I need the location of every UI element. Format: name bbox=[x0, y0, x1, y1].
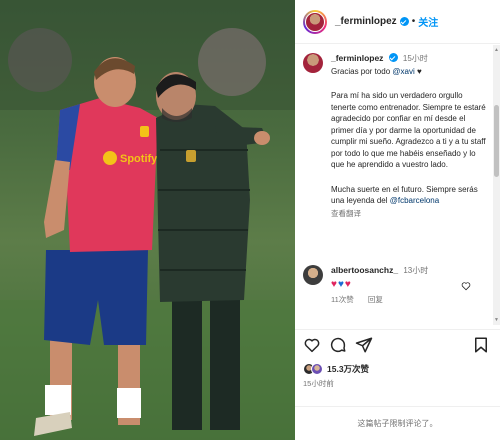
author-username[interactable]: _ferminlopez bbox=[335, 16, 397, 27]
comment-username[interactable]: albertoosanchz_ bbox=[331, 265, 398, 275]
posted-time[interactable]: 15小时前 bbox=[303, 378, 334, 389]
verified-badge-icon bbox=[399, 17, 409, 26]
comments-scroll-area[interactable]: _ferminlopez 15小时 Gracias por todo @xavi… bbox=[295, 45, 500, 325]
caption-line1: Gracias por todo @xavi ♥ bbox=[331, 66, 489, 78]
comment-item: albertoosanchz_ 13小时 ♥♥♥ 11次赞 回复 bbox=[303, 265, 489, 305]
comment-like-heart-icon[interactable] bbox=[461, 281, 471, 291]
caption-username[interactable]: _ferminlopez bbox=[331, 53, 383, 63]
comment-avatar[interactable] bbox=[303, 265, 323, 285]
likes-summary[interactable]: 15.3万次赞 bbox=[303, 361, 369, 377]
save-bookmark-icon[interactable] bbox=[472, 336, 490, 354]
post-image-illustration: Spotify bbox=[0, 0, 295, 440]
post-header: _ferminlopez • 关注 bbox=[295, 0, 500, 44]
caption-avatar[interactable] bbox=[303, 53, 323, 73]
scrollbar-thumb[interactable] bbox=[494, 105, 499, 177]
jersey-sponsor-text: Spotify bbox=[120, 153, 158, 165]
comments-disabled-notice: 这篇帖子限制评论了。 bbox=[295, 406, 500, 440]
follow-button[interactable]: 关注 bbox=[418, 14, 438, 29]
comment-reply-button[interactable]: 回复 bbox=[368, 295, 383, 304]
scrollbar[interactable]: ▲ ▼ bbox=[493, 45, 500, 325]
caption: _ferminlopez 15小时 Gracias por todo @xavi… bbox=[303, 53, 489, 219]
see-translation-link[interactable]: 查看翻译 bbox=[331, 208, 489, 220]
comment-likes-count[interactable]: 11次赞 bbox=[331, 295, 354, 304]
comment-bubble-icon[interactable] bbox=[329, 336, 347, 354]
share-paper-plane-icon[interactable] bbox=[355, 336, 373, 354]
like-heart-icon[interactable] bbox=[303, 336, 321, 354]
comment-time[interactable]: 13小时 bbox=[403, 266, 428, 275]
likes-count[interactable]: 15.3万次赞 bbox=[327, 363, 369, 375]
caption-verified-icon bbox=[388, 53, 398, 62]
scroll-up-arrow-icon[interactable]: ▲ bbox=[494, 47, 499, 53]
scroll-down-arrow-icon[interactable]: ▼ bbox=[494, 317, 499, 323]
caption-paragraph-1: Para mí ha sido un verdadero orgullo ten… bbox=[331, 91, 486, 169]
liker-avatar-2 bbox=[311, 363, 323, 375]
header-separator: • bbox=[411, 16, 416, 27]
caption-time[interactable]: 15小时 bbox=[403, 54, 428, 63]
post-side-panel: _ferminlopez • 关注 _ferminlopez 15小时 Grac… bbox=[295, 0, 500, 440]
mention-xavi-link[interactable]: @xavi bbox=[392, 67, 414, 76]
heart-emoji: ♥ bbox=[416, 66, 422, 76]
mention-fcbarcelona-link[interactable]: @fcbarcelona bbox=[390, 196, 439, 205]
post-actions-bar bbox=[295, 329, 500, 361]
author-avatar[interactable] bbox=[303, 9, 327, 34]
caption-paragraph-2: Mucha suerte en el futuro. Siempre serás… bbox=[331, 184, 489, 207]
caption-line1-text: Gracias por todo bbox=[331, 66, 393, 76]
post-image[interactable]: Spotify bbox=[0, 0, 295, 440]
